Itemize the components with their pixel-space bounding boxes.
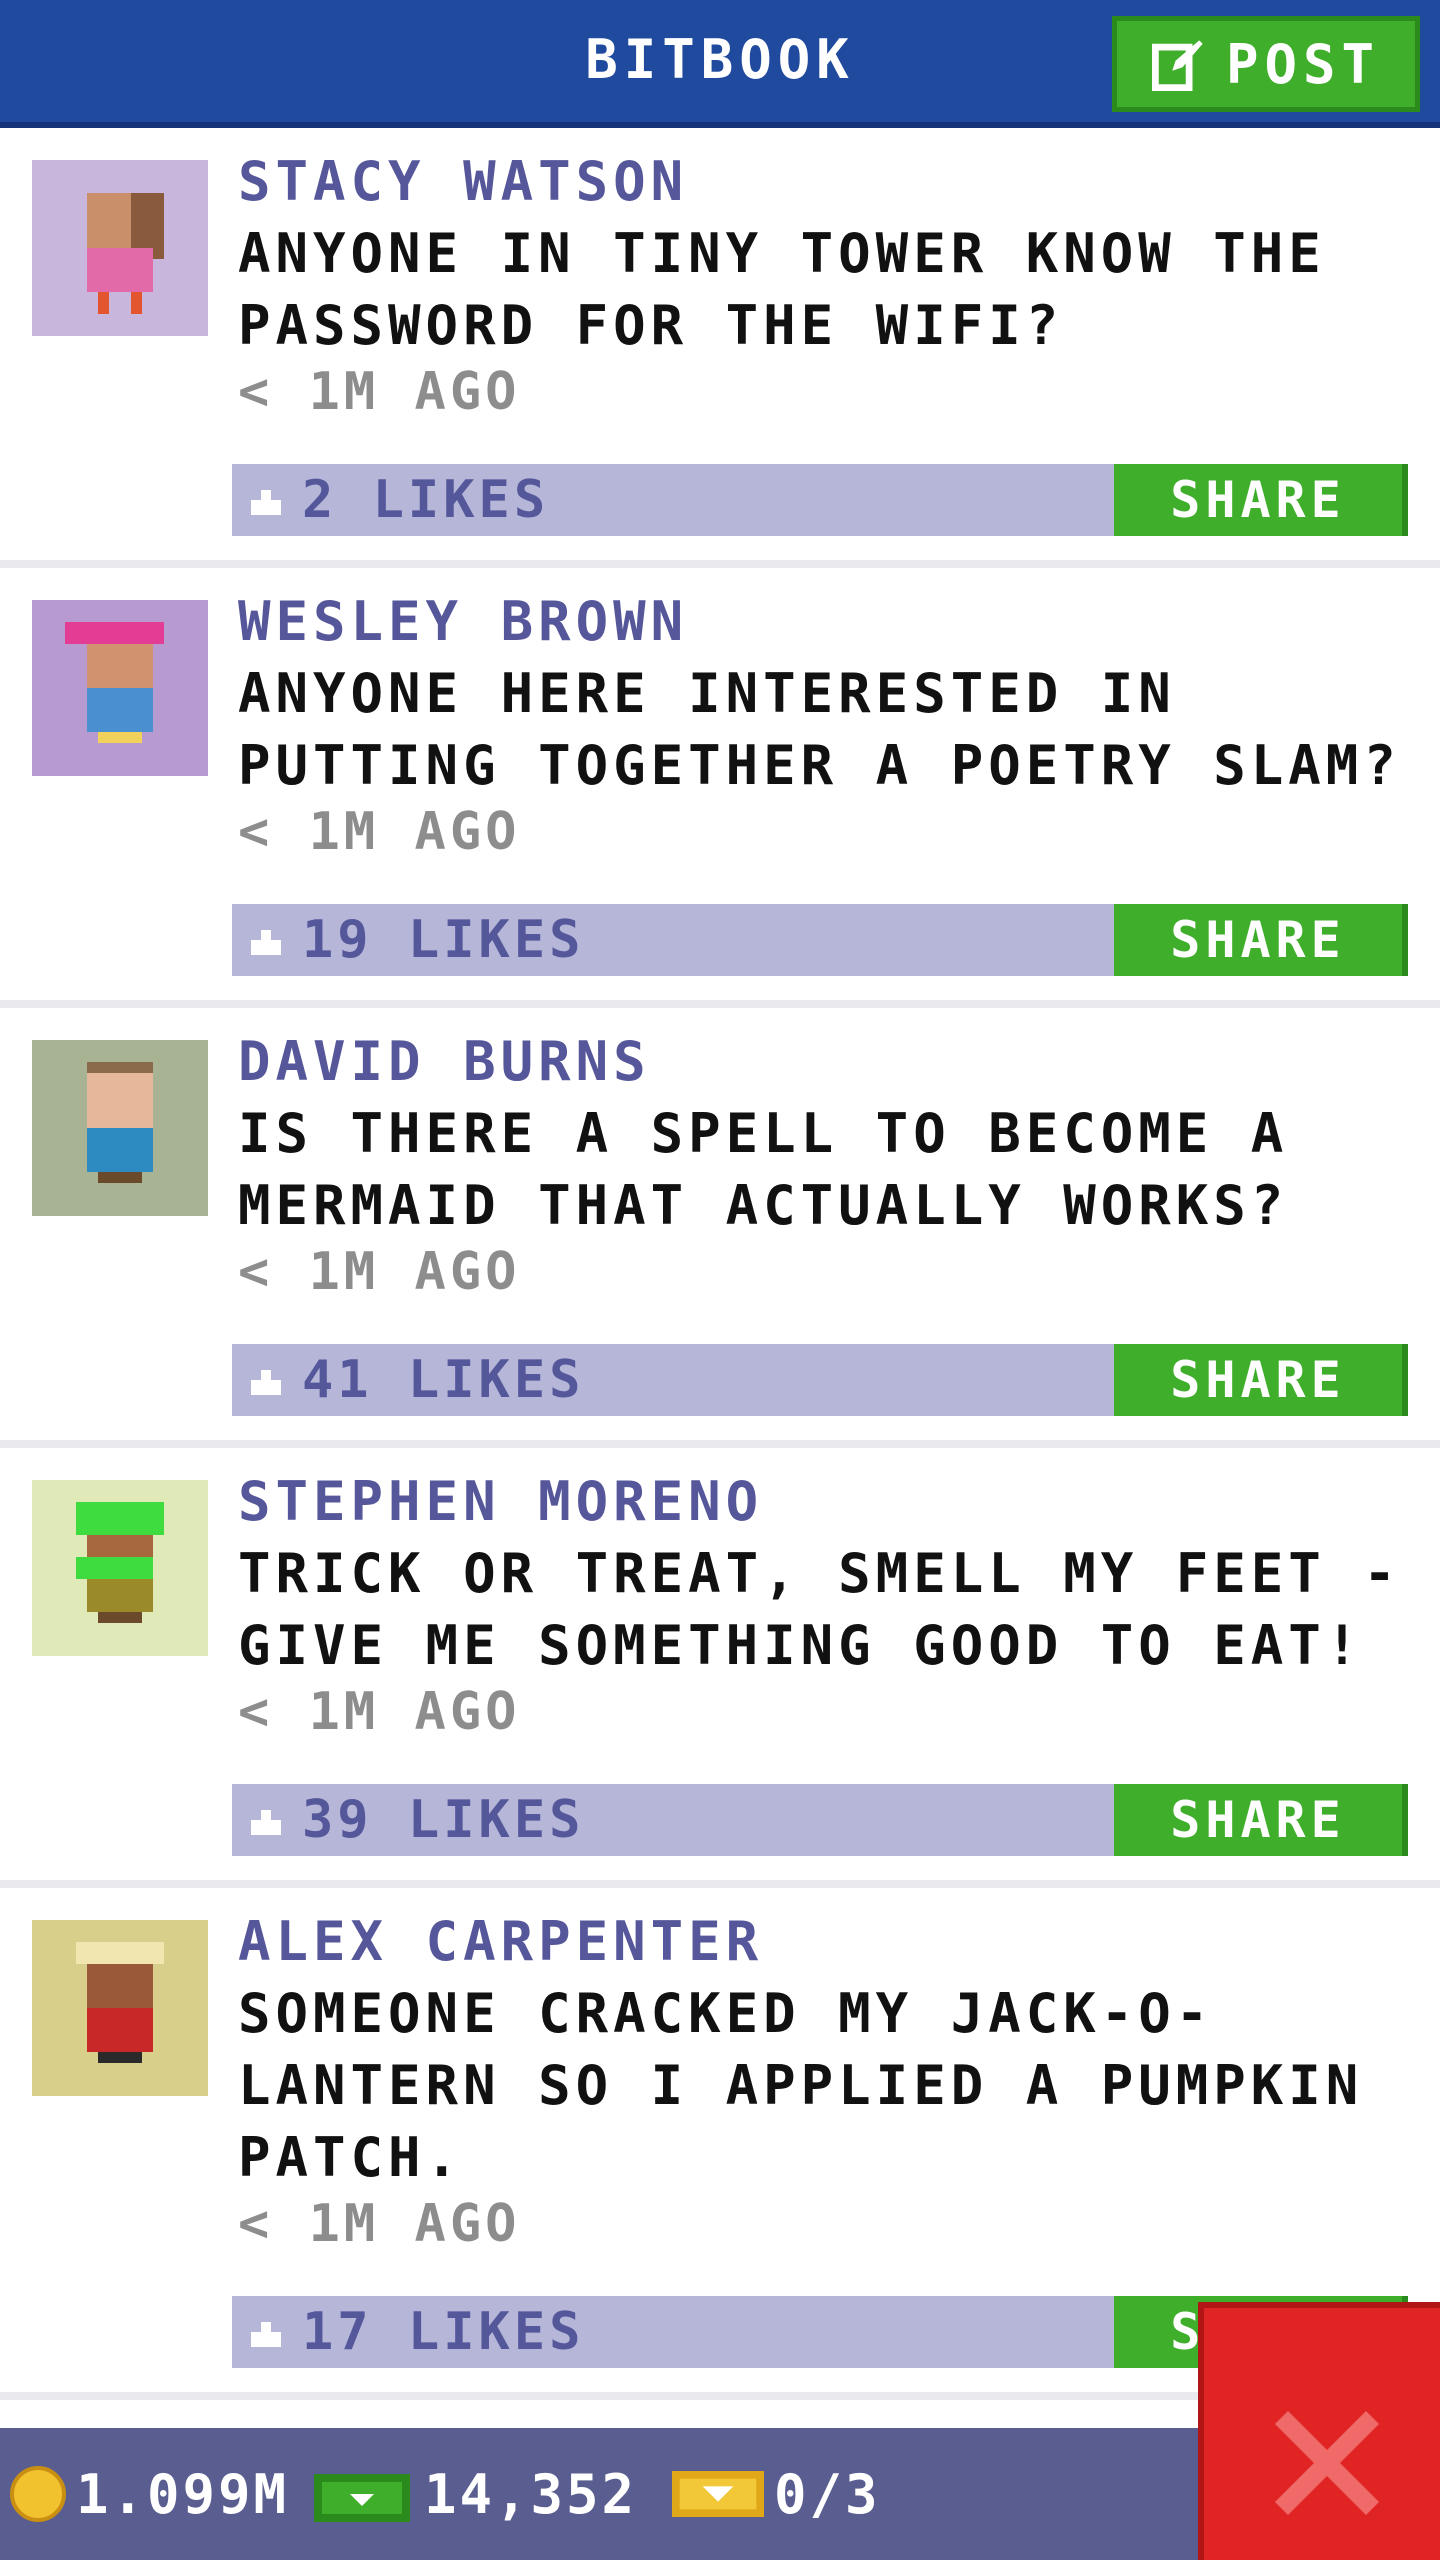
- close-icon: [1275, 2411, 1379, 2515]
- feed-post: WESLEY BROWN ANYONE HERE INTERESTED IN P…: [0, 568, 1440, 1008]
- post-time: < 1M AGO: [238, 2194, 521, 2254]
- avatar: [32, 160, 208, 336]
- avatar: [32, 1920, 208, 2096]
- thumbs-up-icon[interactable]: [246, 2312, 286, 2352]
- like-bar: 39 LIKES SHARE: [232, 1784, 1408, 1856]
- thumbs-up-icon[interactable]: [246, 1800, 286, 1840]
- like-count: 41 LIKES: [302, 1350, 585, 1410]
- edit-icon: [1151, 40, 1203, 91]
- avatar: [32, 1040, 208, 1216]
- post-message: TRICK OR TREAT, SMELL MY FEET - GIVE ME …: [238, 1542, 1401, 1677]
- post-button[interactable]: POST: [1112, 16, 1420, 112]
- like-count: 2 LIKES: [302, 470, 550, 530]
- close-button[interactable]: [1198, 2302, 1440, 2560]
- post-time: < 1M AGO: [238, 1682, 521, 1742]
- post-message: ANYONE HERE INTERESTED IN PUTTING TOGETH…: [238, 662, 1401, 797]
- like-count: 19 LIKES: [302, 910, 585, 970]
- post-message: IS THERE A SPELL TO BECOME A MERMAID THA…: [238, 1102, 1289, 1237]
- like-count: 39 LIKES: [302, 1790, 585, 1850]
- bux-balance: 14,352: [310, 2428, 637, 2560]
- post-message: SOMEONE CRACKED MY JACK-O-LANTERN SO I A…: [238, 1982, 1364, 2189]
- thumbs-up-icon[interactable]: [246, 1360, 286, 1400]
- share-button[interactable]: SHARE: [1114, 464, 1408, 536]
- thumbs-up-icon[interactable]: [246, 920, 286, 960]
- like-bar: 41 LIKES SHARE: [232, 1344, 1408, 1416]
- post-time: < 1M AGO: [238, 362, 521, 422]
- post-message: ANYONE IN TINY TOWER KNOW THE PASSWORD F…: [238, 222, 1326, 357]
- bux-count: 14,352: [424, 2462, 638, 2526]
- ticket-icon: [672, 2471, 764, 2517]
- post-author[interactable]: ALEX CARPENTER: [238, 1910, 763, 1973]
- post-time: < 1M AGO: [238, 802, 521, 862]
- share-button[interactable]: SHARE: [1114, 1784, 1408, 1856]
- feed-post: DAVID BURNS IS THERE A SPELL TO BECOME A…: [0, 1008, 1440, 1448]
- post-author[interactable]: STACY WATSON: [238, 150, 688, 213]
- coin-count: 1.099M: [76, 2462, 290, 2526]
- post-button-label: POST: [1225, 32, 1381, 96]
- post-author[interactable]: WESLEY BROWN: [238, 590, 688, 653]
- share-button[interactable]: SHARE: [1114, 1344, 1408, 1416]
- feed-post: STEPHEN MORENO TRICK OR TREAT, SMELL MY …: [0, 1448, 1440, 1888]
- bux-icon: [314, 2474, 410, 2522]
- coin-icon: [10, 2466, 66, 2522]
- like-bar: 19 LIKES SHARE: [232, 904, 1408, 976]
- post-author[interactable]: DAVID BURNS: [238, 1030, 651, 1093]
- post-time: < 1M AGO: [238, 1242, 521, 1302]
- ticket-count: 0/3: [774, 2462, 881, 2526]
- post-author[interactable]: STEPHEN MORENO: [238, 1470, 763, 1533]
- avatar: [32, 1480, 208, 1656]
- feed-post: STACY WATSON ANYONE IN TINY TOWER KNOW T…: [0, 128, 1440, 568]
- ticket-balance: 0/3: [672, 2428, 881, 2560]
- avatar: [32, 600, 208, 776]
- thumbs-up-icon[interactable]: [246, 480, 286, 520]
- coin-balance: 1.099M: [10, 2428, 289, 2560]
- like-count: 17 LIKES: [302, 2302, 585, 2362]
- app-header: BITBOOK POST: [0, 0, 1440, 128]
- like-bar: 2 LIKES SHARE: [232, 464, 1408, 536]
- share-button[interactable]: SHARE: [1114, 904, 1408, 976]
